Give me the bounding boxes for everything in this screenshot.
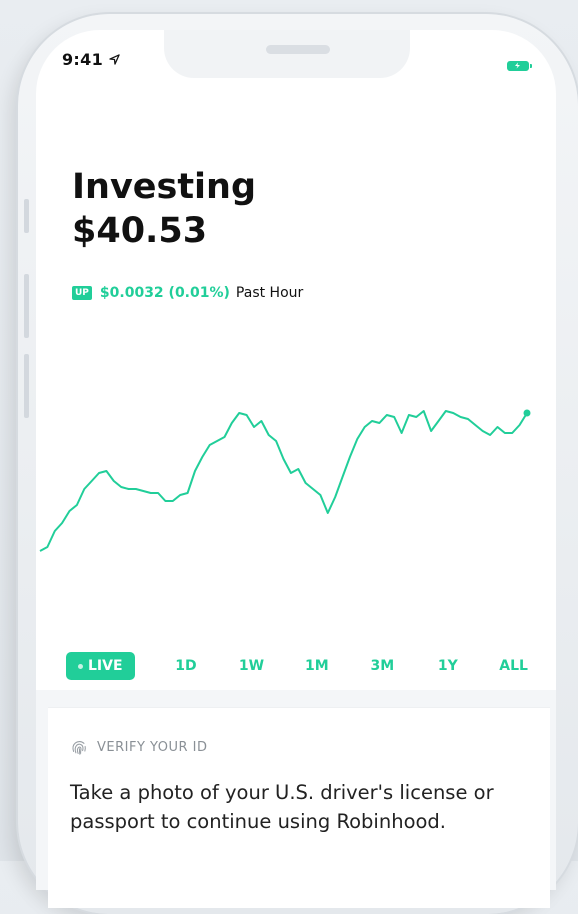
range-button-1w[interactable]: 1W xyxy=(237,658,265,674)
range-button-1m[interactable]: 1M xyxy=(303,658,331,674)
price-line xyxy=(40,411,527,551)
verify-id-label: VERIFY YOUR ID xyxy=(97,740,208,755)
range-label: 1M xyxy=(305,658,329,674)
range-label: 3M xyxy=(371,658,395,674)
verify-id-description: Take a photo of your U.S. driver's licen… xyxy=(70,778,520,836)
time-range-selector: LIVE 1D 1W 1M 3M 1Y ALL xyxy=(66,650,528,682)
fingerprint-icon xyxy=(70,738,88,756)
range-label: LIVE xyxy=(88,658,123,674)
range-label: 1D xyxy=(175,658,196,674)
range-label: 1Y xyxy=(438,658,458,674)
range-label: ALL xyxy=(499,658,528,674)
range-button-3m[interactable]: 3M xyxy=(368,658,396,674)
range-label: 1W xyxy=(239,658,264,674)
verify-id-heading: VERIFY YOUR ID xyxy=(70,738,208,756)
range-button-1y[interactable]: 1Y xyxy=(434,658,462,674)
price-chart[interactable] xyxy=(0,0,578,640)
range-button-all[interactable]: ALL xyxy=(499,658,528,674)
live-dot-icon xyxy=(78,664,83,669)
range-button-1d[interactable]: 1D xyxy=(172,658,200,674)
current-price-dot xyxy=(524,410,531,417)
range-button-live[interactable]: LIVE xyxy=(66,652,135,680)
